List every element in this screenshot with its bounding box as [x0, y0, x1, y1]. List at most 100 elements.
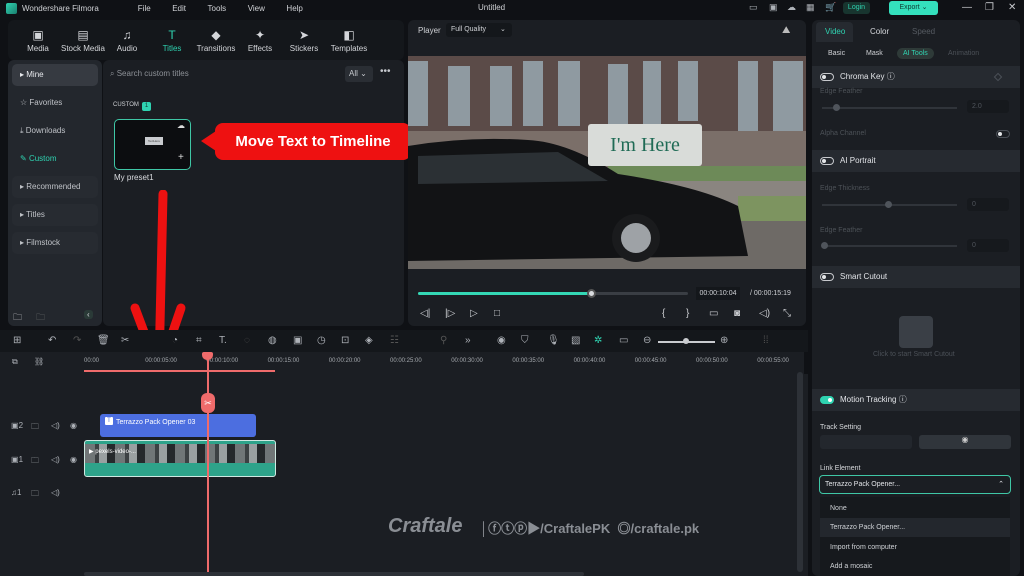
login-button[interactable]: Login: [843, 2, 870, 14]
sticker-tool-icon[interactable]: ▧: [571, 335, 580, 346]
tab-color[interactable]: Color: [870, 27, 889, 36]
edge-feather2-value[interactable]: 0: [967, 239, 1009, 252]
layout-icon[interactable]: ▭: [749, 2, 758, 13]
tab-templates[interactable]: ◧ Templates: [324, 28, 374, 53]
smart-cutout-hint[interactable]: Click to start Smart Cutout: [873, 351, 955, 358]
zoom-in-icon[interactable]: ⊕: [720, 335, 728, 346]
stabilize-icon[interactable]: ⊡: [341, 335, 349, 346]
export-button[interactable]: Export ⌄: [889, 1, 938, 15]
tab-speed[interactable]: Speed: [912, 27, 935, 36]
sidebar-item-custom[interactable]: ✎ Custom: [12, 148, 98, 170]
tab-audio[interactable]: ♫ Audio: [102, 28, 152, 53]
timeline-horizontal-scrollbar[interactable]: [84, 572, 584, 576]
zoom-out-icon[interactable]: ⊖: [643, 335, 651, 346]
cloud-icon[interactable]: ☁: [787, 2, 796, 13]
upload-cloud-icon[interactable]: ☁: [177, 121, 185, 130]
volume-icon[interactable]: ◁): [759, 308, 770, 319]
edge-feather2-slider[interactable]: [822, 245, 957, 247]
tab-stock-media[interactable]: ▤ Stock Media: [58, 28, 108, 53]
link-element-dropdown[interactable]: Terrazzo Pack Opener... ⌃: [819, 475, 1011, 494]
zoom-slider-handle[interactable]: [683, 338, 689, 344]
sidebar-item-downloads[interactable]: ⤓ Downloads: [12, 120, 98, 142]
track-1-mute-icon[interactable]: ◁): [51, 455, 60, 464]
split-scissors-icon[interactable]: ✂: [201, 393, 215, 413]
delete-icon[interactable]: 🗑: [97, 335, 110, 346]
folder-icon[interactable]: 🗀: [36, 310, 45, 326]
more-tools-icon[interactable]: »: [465, 335, 471, 346]
edge-thickness-handle[interactable]: [885, 201, 892, 208]
restore-icon[interactable]: ❐: [985, 2, 994, 13]
mark-out-icon[interactable]: }: [686, 308, 689, 319]
add-track-icon[interactable]: ⧉: [12, 357, 18, 367]
next-frame-icon[interactable]: |▷: [445, 308, 455, 319]
snapshot-settings-icon[interactable]: ⛰: [782, 25, 790, 36]
mosaic-icon[interactable]: ▣: [293, 335, 302, 346]
fullscreen-icon[interactable]: ⤡: [783, 308, 791, 319]
title-clip[interactable]: T Terrazzo Pack Opener 03: [100, 414, 256, 437]
cart-icon[interactable]: 🛒: [825, 2, 836, 13]
tab-media[interactable]: ▣ Media: [13, 28, 63, 53]
track-2-folder-icon[interactable]: 🗀: [31, 421, 39, 435]
option-none[interactable]: None: [820, 499, 1010, 518]
edge-feather-handle[interactable]: [833, 104, 840, 111]
menu-edit[interactable]: Edit: [172, 4, 186, 13]
smart-cutout-icon[interactable]: [899, 316, 933, 348]
filter-dropdown[interactable]: All ⌄: [345, 66, 373, 82]
link-icon[interactable]: ⛓: [34, 357, 44, 366]
menu-file[interactable]: File: [138, 4, 151, 13]
tab-titles[interactable]: T Titles: [147, 28, 197, 53]
menu-help[interactable]: Help: [286, 4, 302, 13]
option-import[interactable]: Import from computer: [820, 538, 1010, 557]
quality-dropdown[interactable]: Full Quality ⌄: [446, 23, 512, 37]
display-icon[interactable]: ▭: [709, 308, 718, 319]
track-2-eye-icon[interactable]: ◉: [70, 421, 77, 430]
new-folder-icon[interactable]: 🗀: [13, 310, 22, 326]
video-clip[interactable]: ▶ pexels-video-...: [84, 440, 276, 477]
track-height-icon[interactable]: ⁞⁞: [763, 335, 769, 346]
redo-icon[interactable]: ↷: [73, 335, 81, 346]
sidebar-item-titles[interactable]: ▸ Titles: [12, 204, 98, 226]
grid-icon[interactable]: ▦: [806, 2, 815, 13]
subtab-mask[interactable]: Mask: [866, 50, 883, 57]
menu-view[interactable]: View: [248, 4, 265, 13]
edge-feather2-handle[interactable]: [821, 242, 828, 249]
timeline-vertical-scrollbar[interactable]: [797, 372, 803, 572]
text-icon[interactable]: T.: [219, 335, 227, 346]
tab-effects[interactable]: ✦ Effects: [235, 28, 285, 53]
smart-cutout-toggle[interactable]: [820, 273, 834, 281]
timer-icon[interactable]: ◷: [317, 335, 326, 346]
track-2-mute-icon[interactable]: ◁): [51, 421, 60, 430]
play-icon[interactable]: ▷: [470, 308, 478, 319]
prev-frame-icon[interactable]: ◁|: [420, 308, 430, 319]
track-setting-hide-button[interactable]: [820, 435, 912, 449]
search-input[interactable]: ⌕ Search custom titles: [110, 65, 342, 83]
menu-tools[interactable]: Tools: [208, 4, 227, 13]
sidebar-item-favorites[interactable]: ☆ Favorites: [12, 92, 98, 114]
sidebar-item-mine[interactable]: ▸ Mine: [12, 64, 98, 86]
render-icon[interactable]: ◉: [497, 335, 506, 346]
option-terrazzo[interactable]: Terrazzo Pack Opener...: [820, 518, 1010, 537]
tab-stickers[interactable]: ➤ Stickers: [279, 28, 329, 53]
tab-video[interactable]: Video: [825, 27, 845, 36]
edge-feather-slider[interactable]: [822, 107, 957, 109]
edge-thickness-value[interactable]: 0: [967, 198, 1009, 211]
mic-icon[interactable]: 🎙: [547, 335, 560, 346]
close-icon[interactable]: ✕: [1008, 2, 1016, 13]
audio-mute-icon[interactable]: ◁): [51, 488, 60, 497]
track-setting-show-button[interactable]: ◉: [919, 435, 1011, 449]
undo-icon[interactable]: ↶: [48, 335, 56, 346]
minimize-icon[interactable]: —: [962, 2, 972, 13]
subtitle-icon[interactable]: ▭: [619, 335, 628, 346]
ai-portrait-toggle[interactable]: [820, 157, 834, 165]
audio-folder-icon[interactable]: 🗀: [31, 488, 39, 502]
marker-icon[interactable]: ⛉: [521, 335, 529, 346]
motion-tracking-toggle[interactable]: [820, 396, 834, 404]
tab-transitions[interactable]: ◆ Transitions: [191, 28, 241, 53]
option-mosaic[interactable]: Add a mosaic: [820, 557, 1010, 576]
title-overlay-text[interactable]: I'm Here: [588, 124, 702, 166]
layout-grid-icon[interactable]: ⊞: [13, 335, 21, 346]
motion-icon[interactable]: ⚲: [440, 335, 447, 346]
subtab-basic[interactable]: Basic: [828, 50, 845, 57]
cut-icon[interactable]: ✂: [121, 335, 129, 346]
more-options-icon[interactable]: •••: [380, 66, 391, 77]
